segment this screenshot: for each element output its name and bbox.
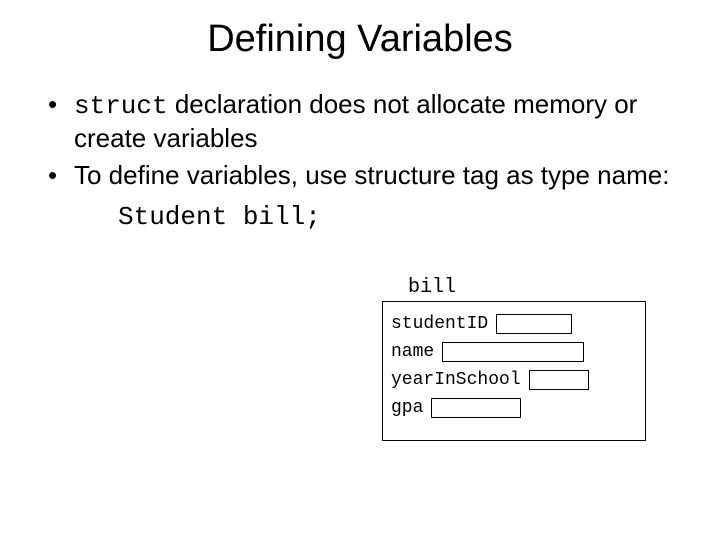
field-row-yearinschool: yearInSchool	[391, 370, 637, 390]
bullet-2-text: To define variables, use structure tag a…	[74, 160, 669, 190]
code-line: Student bill;	[48, 202, 680, 234]
field-box-gpa	[431, 398, 521, 418]
slide-title: Defining Variables	[0, 0, 720, 89]
field-label-name: name	[391, 342, 434, 362]
bullet-2: To define variables, use structure tag a…	[48, 160, 680, 192]
bullet-list: struct declaration does not allocate mem…	[48, 89, 680, 192]
field-label-yearinschool: yearInSchool	[391, 370, 521, 390]
field-row-name: name	[391, 342, 637, 362]
slide: Defining Variables struct declaration do…	[0, 0, 720, 540]
field-box-name	[442, 342, 584, 362]
field-row-studentid: studentID	[391, 314, 637, 334]
code-keyword-struct: struct	[74, 91, 168, 121]
struct-diagram: bill studentID name yearInSchool gpa	[382, 276, 646, 441]
field-label-studentid: studentID	[391, 314, 488, 334]
bullet-1: struct declaration does not allocate mem…	[48, 89, 680, 154]
content-area: struct declaration does not allocate mem…	[0, 89, 720, 234]
field-label-gpa: gpa	[391, 398, 423, 418]
field-box-studentid	[496, 314, 572, 334]
diagram-variable-name: bill	[408, 276, 646, 299]
field-row-gpa: gpa	[391, 398, 637, 418]
field-box-yearinschool	[529, 370, 589, 390]
diagram-box: studentID name yearInSchool gpa	[382, 301, 646, 441]
